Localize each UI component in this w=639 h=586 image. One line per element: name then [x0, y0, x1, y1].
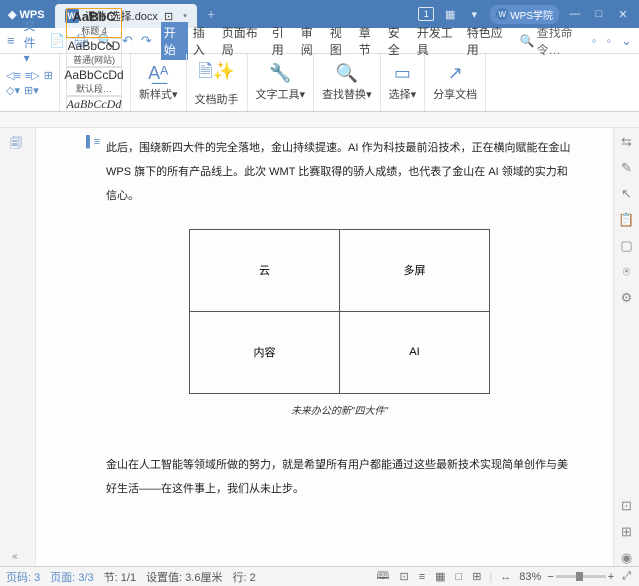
status-row[interactable]: 行: 2 — [232, 569, 255, 585]
dropdown-icon[interactable]: ▾ — [466, 6, 482, 22]
share-button[interactable]: ↗ 分享文档 — [425, 54, 486, 111]
prev-page-icon[interactable]: « — [12, 551, 18, 562]
ribbon: ◁≡ ≡▷ ⊞ ◇▾ ⊞▾ AaBbC 标题 4 AaBbCcD 普通(网站) AaB… — [0, 54, 639, 112]
gear-icon[interactable]: ⚙ — [621, 290, 633, 306]
outline-icon[interactable]: 🗐 — [10, 134, 22, 155]
status-page[interactable]: 页码: 3 — [6, 569, 40, 585]
document-area: 🗐 « ▌≡ 此后，围绕新四大件的完全落地，金山持续提速。AI 作为科技最前沿技… — [0, 128, 639, 566]
clipboard-icon[interactable]: 📋 — [618, 212, 634, 228]
left-gutter: 🗐 « — [0, 128, 36, 566]
redo-icon[interactable]: ↷ — [138, 31, 155, 51]
style-heading4[interactable]: AaBbC 标题 4 — [66, 8, 122, 38]
tool2-icon[interactable]: ⊞ — [621, 524, 632, 540]
collapse-ribbon-icon[interactable]: ◦ — [589, 31, 600, 51]
cursor-icon[interactable]: ↖ — [621, 186, 632, 202]
view-outline-icon[interactable]: ⊞ — [470, 570, 483, 583]
shape-icon[interactable]: ▢ — [620, 238, 632, 254]
status-pages[interactable]: 页面: 3/3 — [50, 569, 93, 585]
view-mode2-icon[interactable]: ≡ — [417, 571, 427, 583]
cell-ai[interactable]: AI — [340, 311, 490, 393]
minimize-icon[interactable]: — — [567, 6, 583, 22]
close-window-icon[interactable]: ✕ — [615, 6, 631, 22]
cell-content[interactable]: 内容 — [190, 311, 340, 393]
paragraph-2[interactable]: 金山在人工智能等领域所做的努力，就是希望所有用户都能通过这些最新技术实现简单创作… — [106, 453, 573, 501]
notification-badge[interactable]: 1 — [418, 7, 434, 21]
indent-right-icon[interactable]: ≡▷ — [25, 69, 40, 82]
select-icon: ▭ — [394, 63, 411, 84]
document-page[interactable]: ▌≡ 此后，围绕新四大件的完全落地，金山持续提速。AI 作为科技最前沿技术，正在… — [36, 128, 613, 566]
table-caption[interactable]: 未来办公的新"四大件" — [106, 402, 573, 417]
find-icon: 🔍 — [336, 63, 358, 84]
paint-icon[interactable]: ◇▾ — [6, 84, 20, 97]
text-tool-icon: 🔧 — [269, 63, 291, 84]
pencil-icon[interactable]: ✎ — [621, 160, 632, 176]
style-gallery: AaBbC 标题 4 AaBbCcD 普通(网站) AaBbCcDd 默认段… … — [60, 54, 131, 111]
view-fit-icon[interactable]: ↔ — [498, 571, 513, 583]
hamburger-icon[interactable]: ≡ — [4, 31, 18, 50]
cell-multiscreen[interactable]: 多屏 — [340, 229, 490, 311]
zoom-in-icon[interactable]: + — [608, 571, 614, 583]
zoom-value[interactable]: 83% — [519, 571, 541, 583]
view-spell-icon[interactable]: 🕮 — [375, 567, 392, 586]
border-icon[interactable]: ⊞▾ — [24, 84, 39, 97]
options-icon[interactable]: ⌄ — [618, 31, 635, 51]
save-icon[interactable]: 📄 — [46, 31, 68, 51]
maximize-icon[interactable]: □ — [591, 6, 607, 22]
new-tab-button[interactable]: + — [207, 6, 215, 22]
text-tool-button[interactable]: 🔧 文字工具▾ — [248, 54, 315, 111]
cell-cloud[interactable]: 云 — [190, 229, 340, 311]
style-normal-web[interactable]: AaBbCcD 普通(网站) — [66, 38, 122, 67]
layout-icon[interactable]: ⊞ — [44, 69, 53, 82]
style-default[interactable]: AaBbCcDd 默认段… — [66, 67, 122, 96]
indent-left-icon[interactable]: ◁≡ — [6, 69, 21, 82]
paragraph-mark-icon: ▌≡ — [86, 136, 100, 148]
doc-helper-button[interactable]: 🗎✨ 文档助手 — [187, 54, 248, 111]
new-style-button[interactable]: A͟ᴬ 新样式▾ — [131, 54, 187, 111]
tool3-icon[interactable]: ◉ — [621, 550, 632, 566]
select-button[interactable]: ▭ 选择▾ — [381, 54, 426, 111]
search-command[interactable]: 🔍 查找命令… — [520, 24, 589, 58]
new-style-icon: A͟ᴬ — [148, 63, 168, 84]
ribbon-group-format: ◁≡ ≡▷ ⊞ ◇▾ ⊞▾ — [0, 54, 60, 111]
sidebar-toggle-icon[interactable]: ⇆ — [621, 134, 632, 150]
status-ruler[interactable]: 设置值: 3.6厘米 — [146, 569, 222, 585]
close-icon[interactable]: • — [183, 10, 187, 22]
zoom-out-icon[interactable]: − — [547, 571, 553, 583]
paragraph-1[interactable]: 此后，围绕新四大件的完全落地，金山持续提速。AI 作为科技最前沿技术，正在横向赋… — [106, 136, 573, 209]
grid-icon[interactable]: ▦ — [442, 6, 458, 22]
ruler[interactable] — [0, 112, 639, 128]
right-sidebar: ⇆ ✎ ↖ 📋 ▢ ⍟ ⚙ ⊡ ⊞ ◉ — [613, 128, 639, 566]
view-mode1-icon[interactable]: ⊡ — [398, 570, 411, 583]
find-replace-button[interactable]: 🔍 查找替换▾ — [314, 54, 381, 111]
expand-icon[interactable]: ⤢ — [620, 570, 633, 583]
content-table[interactable]: 云 多屏 内容 AI — [189, 229, 490, 394]
help-icon[interactable]: ◦ — [603, 31, 614, 51]
status-bar: 页码: 3 页面: 3/3 节: 1/1 设置值: 3.6厘米 行: 2 🕮 ⊡… — [0, 566, 639, 586]
view-web-icon[interactable]: □ — [454, 571, 465, 583]
link-icon[interactable]: ⍟ — [623, 264, 631, 280]
status-section[interactable]: 节: 1/1 — [104, 569, 136, 585]
view-print-icon[interactable]: ▦ — [433, 570, 447, 583]
share-icon: ↗ — [448, 63, 463, 84]
zoom-slider[interactable]: − + — [547, 571, 614, 583]
tool1-icon[interactable]: ⊡ — [621, 498, 632, 514]
doc-helper-icon: 🗎✨ — [198, 59, 235, 89]
